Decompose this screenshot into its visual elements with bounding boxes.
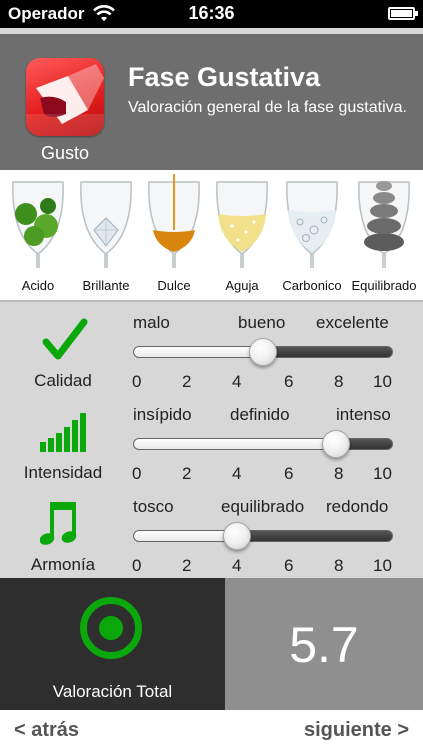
tick-label: 10 [373, 372, 392, 391]
taste-wine-glass-icon [26, 58, 104, 136]
tick-label: 8 [334, 372, 344, 391]
rating-panel: Calidad malo bueno excelente 0 2 4 6 8 1… [0, 300, 423, 578]
tick-label: 4 [232, 464, 242, 483]
tick-label: 0 [132, 556, 142, 575]
bottom-navigation: < atrás siguiente > [0, 710, 423, 750]
glass-item-brillante[interactable]: Brillante [72, 174, 140, 300]
music-note-icon [40, 502, 77, 545]
tick-label: 6 [284, 556, 294, 575]
total-rating-label: Valoración Total [52, 682, 173, 701]
tick-label: 10 [373, 464, 392, 483]
page-subtitle: Valoración general de la fase gustativa. [128, 99, 407, 116]
target-icon [80, 597, 142, 659]
clock: 16:36 [188, 3, 235, 23]
tick-label: 0 [132, 464, 142, 483]
total-score-value: 5.7 [289, 617, 359, 673]
signal-bars-icon [40, 413, 86, 452]
tick-label: 4 [232, 556, 242, 575]
tick-label: 2 [182, 556, 192, 575]
diamond-glass-icon [80, 181, 132, 268]
tick-label: 0 [132, 372, 142, 391]
icon-label: Gusto [40, 143, 90, 163]
status-bar: Operador 16:36 [0, 0, 423, 28]
tick-label: 2 [182, 372, 192, 391]
tick-label: 6 [284, 464, 294, 483]
glass-item-aguja[interactable]: Aguja [208, 174, 276, 300]
criterion-label-calidad: Calidad [34, 371, 92, 390]
stones-glass-icon [358, 181, 410, 268]
glass-item-acido[interactable]: Acido [4, 174, 72, 300]
sparkling-glass-icon [216, 181, 268, 268]
scale-word-high: intenso [336, 405, 391, 424]
total-score-panel: 5.7 [225, 578, 423, 710]
tick-label: 8 [334, 464, 344, 483]
glass-item-dulce[interactable]: Dulce [140, 174, 208, 300]
scale-word-high: excelente [316, 313, 389, 332]
checkmark-icon [42, 318, 88, 360]
scale-word-mid: definido [230, 405, 290, 424]
tick-label: 6 [284, 372, 294, 391]
scale-word-low: malo [133, 313, 170, 332]
glass-item-equilibrado[interactable]: Equilibrado [350, 174, 418, 300]
scale-word-mid: equilibrado [221, 497, 305, 516]
honey-glass-icon [148, 174, 200, 268]
tick-label: 8 [334, 556, 344, 575]
glass-label-aguja: Aguja [225, 278, 259, 293]
intensidad-slider-track[interactable] [133, 438, 393, 450]
limes-glass-icon [12, 181, 64, 268]
armonia-slider-thumb[interactable] [223, 522, 251, 550]
total-rating-panel: Valoración Total [0, 578, 225, 710]
scale-word-high: redondo [326, 497, 389, 516]
glass-label-carbonico: Carbonico [282, 278, 342, 293]
glass-item-carbonico[interactable]: Carbonico [278, 174, 346, 300]
intensidad-slider-thumb[interactable] [321, 430, 350, 458]
scale-word-low: insípido [133, 405, 192, 424]
back-button[interactable]: < atrás [14, 719, 79, 742]
scale-word-mid: bueno [238, 313, 286, 332]
calidad-slider-thumb[interactable] [249, 338, 277, 366]
section-header: Gusto Fase Gustativa Valoración general … [0, 34, 423, 170]
taste-glasses-row: Acido Brillante Dulce Aguja Carbonico Eq… [0, 170, 423, 300]
page-title: Fase Gustativa [128, 62, 321, 92]
tick-label: 10 [373, 556, 392, 575]
battery-icon [388, 7, 418, 20]
next-button[interactable]: siguiente > [304, 719, 409, 742]
tick-label: 4 [232, 372, 242, 391]
tick-label: 2 [182, 464, 192, 483]
bubbles-glass-icon [286, 181, 338, 268]
scale-word-low: tosco [133, 497, 174, 516]
criterion-label-intensidad: Intensidad [23, 463, 103, 482]
criterion-label-armonia: Armonía [30, 555, 96, 574]
glass-label-equilibrado: Equilibrado [351, 278, 417, 293]
armonia-slider-track[interactable] [133, 530, 393, 542]
